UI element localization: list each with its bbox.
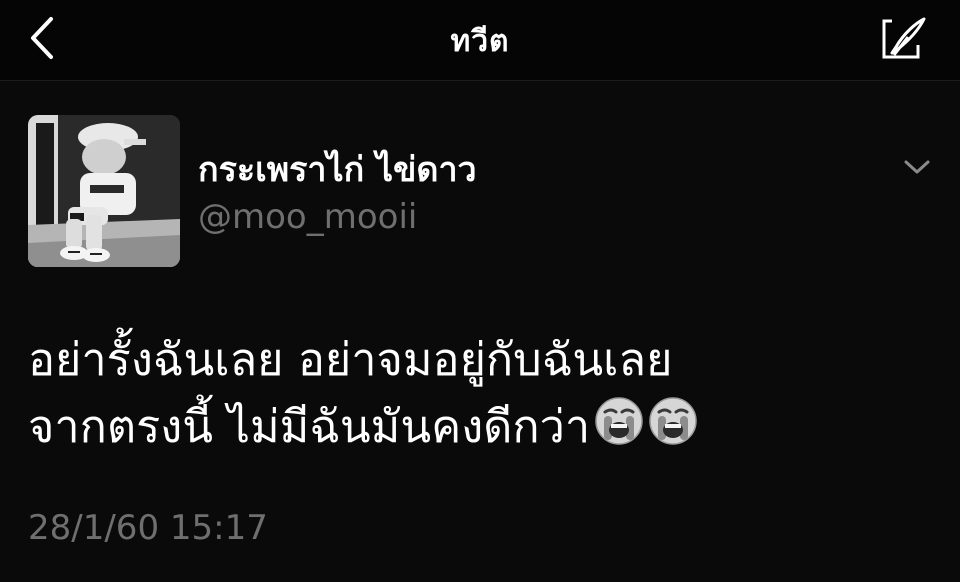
tweet-text-line-content: จากตรงนี้ ไม่มีฉันมันคงดีกว่า (28, 400, 591, 453)
avatar-photo (28, 115, 180, 267)
chevron-down-icon (904, 160, 930, 174)
author-handle[interactable]: @moo_mooii (198, 197, 417, 237)
author-display-name[interactable]: กระเพราไก่ ไข่ดาว (198, 142, 477, 196)
tweet-text-line: อย่ารั้งฉันเลย อย่าจมอยู่กับฉันเลย (28, 333, 673, 386)
compose-tweet-icon (882, 17, 926, 59)
tweet-text: อย่ารั้งฉันเลย อย่าจมอยู่กับฉันเลย จากตร… (28, 326, 928, 460)
tweet-text-line: จากตรงนี้ ไม่มีฉันมันคงดีกว่า (28, 393, 928, 460)
tweet-detail-screen: ทวีต กระเพราไก่ ไข่ดาว @moo_mooii อย่ารั… (0, 0, 960, 582)
tweet-timestamp: 28/1/60 15:17 (28, 508, 268, 548)
loudly-crying-face-icon (649, 397, 697, 445)
navigation-bar: ทวีต (0, 0, 960, 81)
more-options-button[interactable] (900, 150, 934, 184)
avatar[interactable] (28, 115, 180, 267)
page-title: ทวีต (450, 24, 510, 59)
loudly-crying-face-icon (595, 397, 643, 445)
compose-tweet-button[interactable] (876, 12, 930, 64)
